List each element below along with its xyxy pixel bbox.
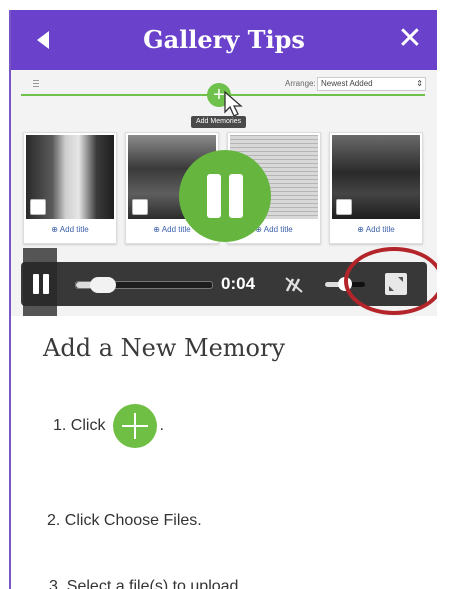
panel-header: Gallery Tips ✕: [11, 10, 437, 70]
step-1: 1. Click .: [53, 404, 164, 448]
video-progress-bar[interactable]: [75, 277, 213, 293]
step-2: 2. Click Choose Files.: [47, 512, 202, 529]
header-title: Gallery Tips: [143, 25, 305, 54]
photo-card[interactable]: ⊕ Add title: [23, 132, 117, 244]
close-icon[interactable]: ✕: [395, 24, 425, 54]
video-time: 0:04: [221, 274, 256, 293]
fullscreen-highlight-ring: [344, 247, 437, 315]
arrange-select-value: Newest Added: [321, 79, 373, 88]
photo-card[interactable]: ⊕ Add title: [329, 132, 423, 244]
chevron-down-icon: ⇕: [416, 79, 423, 88]
sort-icon: [33, 80, 39, 89]
captions-off-icon[interactable]: [283, 273, 305, 295]
pause-icon[interactable]: [31, 274, 51, 294]
back-arrow-icon[interactable]: [31, 28, 55, 52]
step-3: 3. Select a file(s) to upload.: [49, 578, 243, 589]
arrange-label: Arrange:: [285, 79, 316, 88]
video-pause-overlay-button[interactable]: [179, 150, 271, 242]
step-1-text: 1. Click: [53, 417, 106, 434]
arrange-select[interactable]: Newest Added ⇕: [317, 77, 426, 91]
tips-content: Add a New Memory 1. Click . 2. Click Cho…: [11, 316, 437, 589]
section-title: Add a New Memory: [43, 334, 286, 362]
tag-people-icon[interactable]: [336, 199, 352, 215]
step-1-suffix: .: [159, 417, 164, 434]
add-title-link[interactable]: ⊕ Add title: [330, 225, 422, 234]
tutorial-video[interactable]: Arrange: Newest Added ⇕ + Add Memories ⊕…: [11, 70, 437, 316]
add-title-link[interactable]: ⊕ Add title: [24, 225, 116, 234]
add-icon: [113, 404, 158, 448]
tag-people-icon[interactable]: [132, 199, 148, 215]
gallery-tips-panel: Gallery Tips ✕ Arrange: Newest Added ⇕ +…: [9, 10, 437, 589]
mouse-cursor-icon: [224, 90, 243, 117]
tag-people-icon[interactable]: [30, 199, 46, 215]
add-memories-tooltip: Add Memories: [191, 116, 247, 128]
progress-knob[interactable]: [90, 277, 116, 293]
